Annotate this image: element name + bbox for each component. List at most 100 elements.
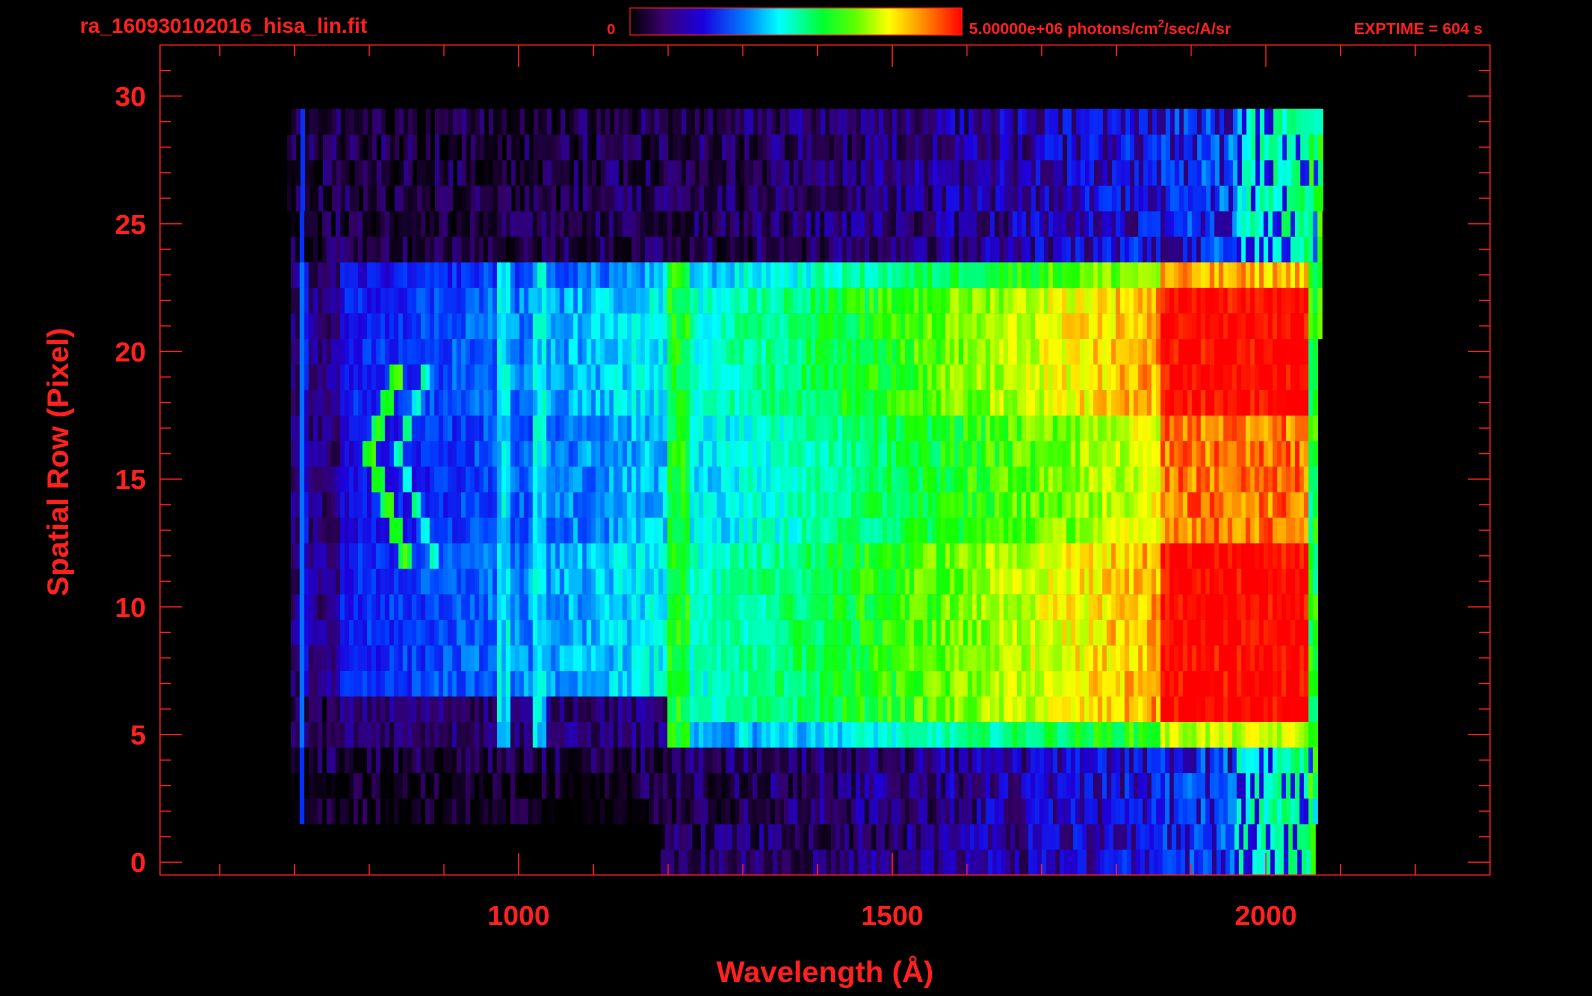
heatmap-cell (577, 517, 583, 544)
heatmap-cell (709, 823, 715, 850)
heatmap-cell (658, 645, 664, 671)
heatmap-cell (734, 696, 740, 722)
heatmap-cell (1008, 313, 1014, 339)
heatmap-cell (335, 415, 341, 442)
heatmap-cell (1052, 696, 1058, 722)
heatmap-cell (972, 491, 978, 518)
heatmap-cell (1272, 364, 1278, 390)
heatmap-cell (1214, 594, 1220, 620)
heatmap-cell (452, 772, 458, 799)
heatmap-cell (990, 747, 996, 774)
heatmap-cell (407, 645, 413, 671)
heatmap-cell (990, 466, 996, 493)
heatmap-cell (676, 313, 682, 339)
heatmap-cell (344, 721, 350, 748)
heatmap-cell (752, 389, 758, 416)
heatmap-cell (909, 517, 915, 544)
heatmap-cell (1142, 594, 1148, 620)
heatmap-cell (1259, 517, 1265, 544)
heatmap-cell (671, 594, 677, 620)
heatmap-cell (568, 364, 574, 390)
heatmap-cell (326, 568, 332, 595)
heatmap-cell (1008, 543, 1014, 569)
heatmap-cell (1052, 491, 1058, 518)
heatmap-cell (1026, 517, 1032, 544)
heatmap-cell (855, 338, 861, 365)
heatmap-cell (1187, 313, 1193, 339)
heatmap-cell (882, 543, 888, 569)
heatmap-cell (1245, 543, 1251, 569)
heatmap-cell (900, 798, 906, 825)
heatmap-cell (918, 772, 924, 799)
heatmap-cell (1043, 440, 1049, 467)
heatmap-cell (438, 645, 444, 671)
heatmap-cell (1263, 594, 1269, 620)
heatmap-cell (878, 517, 884, 544)
heatmap-cell (721, 670, 727, 697)
heatmap-cell (1178, 645, 1184, 671)
heatmap-cell (1097, 364, 1103, 390)
heatmap-cell (349, 645, 355, 671)
heatmap-cell (730, 721, 736, 748)
heatmap-cell (698, 389, 704, 416)
heatmap-cell (532, 543, 538, 569)
heatmap-cell (1093, 415, 1099, 442)
heatmap-cell (725, 772, 731, 799)
heatmap-cell (613, 466, 619, 493)
heatmap-cell (761, 798, 767, 825)
heatmap-cell (402, 670, 408, 697)
heatmap-cell (873, 415, 879, 442)
heatmap-cell (393, 696, 399, 722)
heatmap-cell (1026, 568, 1032, 595)
heatmap-cell (1120, 696, 1126, 722)
heatmap-cell (1214, 619, 1220, 646)
heatmap-cell (770, 491, 776, 518)
heatmap-cell (1187, 594, 1193, 620)
heatmap-cell (1043, 670, 1049, 697)
heatmap-cell (595, 313, 601, 339)
heatmap-cell (831, 823, 837, 850)
heatmap-cell (741, 849, 747, 876)
heatmap-cell (1238, 849, 1244, 876)
heatmap-cell (438, 721, 444, 748)
heatmap-cell (1142, 543, 1148, 569)
heatmap-cell (1075, 543, 1081, 569)
heatmap-cell (1017, 491, 1023, 518)
heatmap-cell (783, 645, 789, 671)
heatmap-cell (461, 440, 467, 467)
heatmap-cell (1209, 798, 1215, 825)
heatmap-cell (739, 313, 745, 339)
heatmap-cell (1061, 747, 1067, 774)
heatmap-cell (810, 287, 816, 314)
heatmap-cell (732, 849, 738, 876)
heatmap-cell (429, 364, 435, 390)
heatmap-cell (721, 619, 727, 646)
heatmap-cell (335, 798, 341, 825)
heatmap-cell (483, 440, 489, 467)
heatmap-cell (1026, 491, 1032, 518)
heatmap-cell (748, 798, 754, 825)
heatmap-cell (1196, 440, 1202, 467)
heatmap-cell (707, 747, 713, 774)
heatmap-cell (683, 823, 689, 850)
heatmap-cell (622, 517, 628, 544)
heatmap-cell (671, 798, 677, 825)
heatmap-cell (783, 313, 789, 339)
heatmap-cell (559, 517, 565, 544)
heatmap-cell (855, 313, 861, 339)
heatmap-cell (1129, 568, 1135, 595)
heatmap-cell (1169, 772, 1175, 799)
heatmap-cell (600, 594, 606, 620)
heatmap-cell (505, 772, 511, 799)
heatmap-cell (694, 313, 700, 339)
heatmap-cell (900, 440, 906, 467)
heatmap-cell (1057, 313, 1063, 339)
heatmap-cell (689, 466, 695, 493)
heatmap-cell (443, 721, 449, 748)
heatmap-cell (1176, 849, 1182, 876)
heatmap-cell (1026, 389, 1032, 416)
heatmap-cell (940, 491, 946, 518)
heatmap-cell (1026, 415, 1032, 442)
heatmap-cell (546, 364, 552, 390)
heatmap-cell (1303, 670, 1309, 697)
